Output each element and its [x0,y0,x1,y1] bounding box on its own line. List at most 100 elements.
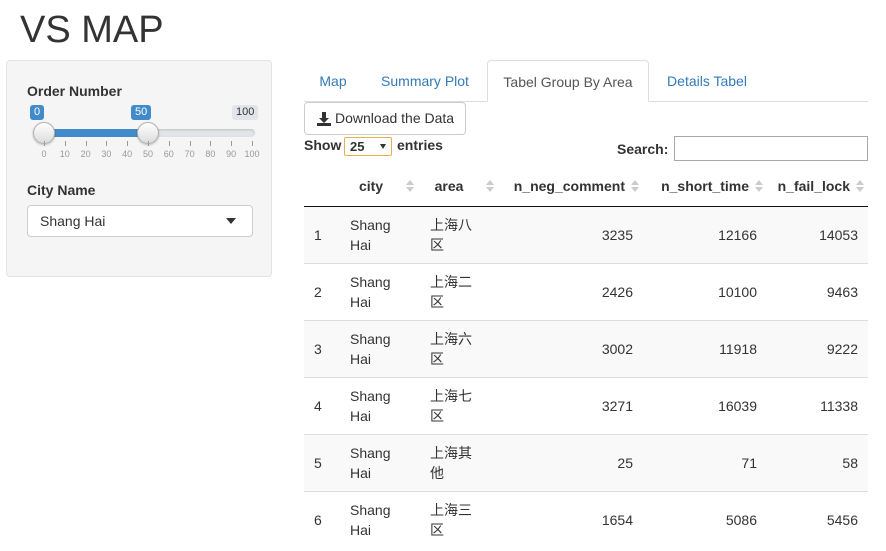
show-label: Show [304,137,342,153]
cell-n-neg-comment: 3271 [498,376,643,434]
cell-area: 上海六区 [418,319,498,377]
table-row[interactable]: 5 Shang Hai 上海其他 25 71 58 [304,433,868,491]
download-label: Download the Data [335,110,455,126]
cell-area: 上海八区 [418,206,498,263]
tab-tabel-group-by-area[interactable]: Tabel Group By Area [487,60,649,102]
slider-tick [148,141,149,146]
sort-icon [631,180,639,192]
page-title: VS MAP [20,9,164,51]
slider-tick [44,141,45,146]
cell-index: 1 [304,206,342,263]
search-label: Search: [617,141,669,157]
slider-tick-label: 40 [122,149,133,159]
cell-city: Shang Hai [342,319,418,377]
slider-tick [189,141,191,146]
cell-n-neg-comment: 3235 [498,206,643,263]
cell-area: 上海其他 [418,433,498,491]
cell-area: 上海三区 [418,490,498,548]
sort-icon [406,180,414,192]
slider-min-badge: 0 [30,105,45,120]
header-n-short-time-label: n_short_time [661,177,749,194]
cell-index: 3 [304,319,342,377]
entries-length-select[interactable]: 25 [344,137,392,156]
slider-max-badge: 100 [232,105,259,120]
cell-n-neg-comment: 3002 [498,319,643,377]
slider-tick-label: 30 [101,149,112,159]
slider-tick-label: 70 [184,149,195,159]
entries-value: 25 [350,139,365,154]
slider-tick [85,141,87,146]
slider-tick-label: 60 [163,149,174,159]
header-n-short-time[interactable]: n_short_time [643,166,767,207]
header-area-label: area [434,177,464,194]
cell-city: Shang Hai [342,206,418,263]
tab-map[interactable]: Map [304,60,362,102]
cell-index: 4 [304,376,342,434]
cell-n-short-time: 10100 [643,262,767,320]
slider-tick-label: 0 [41,149,47,159]
slider-tick-label: 100 [244,149,260,159]
table-header-row: city area n_neg_comment n_short_time n_f… [304,166,868,207]
slider-selected-range [44,129,148,137]
tab-bar: Map Summary Plot Tabel Group By Area Det… [304,60,868,102]
cell-n-fail-lock: 14053 [767,206,868,263]
cell-n-short-time: 16039 [643,376,767,434]
cell-n-neg-comment: 1654 [498,490,643,548]
cell-n-short-time: 11918 [643,319,767,377]
table-row[interactable]: 2 Shang Hai 上海二区 2426 10100 9463 [304,262,868,320]
header-area[interactable]: area [418,166,498,207]
cell-n-short-time: 71 [643,433,767,491]
slider-tick-label: 10 [59,149,70,159]
chevron-down-icon [226,218,236,224]
tab-summary-plot[interactable]: Summary Plot [366,60,484,102]
cell-city: Shang Hai [342,376,418,434]
sort-icon [856,180,864,192]
sort-icon [755,180,763,192]
entries-label: entries [397,137,443,153]
slider-tick [252,141,253,146]
city-selected-value: Shang Hai [40,213,106,229]
cell-n-fail-lock: 5456 [767,490,868,548]
slider-tick [127,141,129,146]
cell-city: Shang Hai [342,433,418,491]
header-city[interactable]: city [342,166,418,207]
header-n-fail-lock-label: n_fail_lock [777,177,850,194]
sidebar-panel: Order Number 0 50 100 0 10 20 30 40 50 60 70 80 9… [6,60,272,277]
cell-n-short-time: 12166 [643,206,767,263]
cell-n-short-time: 5086 [643,490,767,548]
tab-details-tabel[interactable]: Details Tabel [651,60,763,102]
cell-index: 2 [304,262,342,320]
cell-city: Shang Hai [342,262,418,320]
cell-n-neg-comment: 25 [498,433,643,491]
header-n-fail-lock[interactable]: n_fail_lock [767,166,868,207]
table-row[interactable]: 4 Shang Hai 上海七区 3271 16039 11338 [304,376,868,434]
table-row[interactable]: 1 Shang Hai 上海八区 3235 12166 14053 [304,206,868,263]
order-number-label: Order Number [27,83,122,99]
header-n-neg-comment[interactable]: n_neg_comment [498,166,643,207]
city-name-select[interactable]: Shang Hai [27,205,253,237]
slider-tick [210,141,212,146]
search-input[interactable] [674,136,868,161]
download-data-button[interactable]: Download the Data [304,102,466,135]
slider-tick-label: 90 [226,149,237,159]
cell-index: 5 [304,433,342,491]
slider-value-badge: 50 [131,105,152,120]
table-row[interactable]: 3 Shang Hai 上海六区 3002 11918 9222 [304,319,868,377]
cell-n-fail-lock: 11338 [767,376,868,434]
cell-n-fail-lock: 9222 [767,319,868,377]
header-n-neg-comment-label: n_neg_comment [513,177,625,194]
slider-tick [231,141,233,146]
header-index [304,166,342,207]
header-city-label: city [358,177,384,194]
slider-tick [64,141,66,146]
chevron-down-icon [380,144,386,149]
city-name-label: City Name [27,182,96,198]
data-table: city area n_neg_comment n_short_time n_f… [304,166,868,548]
cell-area: 上海二区 [418,262,498,320]
table-row[interactable]: 6 Shang Hai 上海三区 1654 5086 5456 [304,490,868,548]
cell-n-fail-lock: 58 [767,433,868,491]
slider-tick [168,141,170,146]
cell-n-fail-lock: 9463 [767,262,868,320]
sort-icon [486,180,494,192]
slider-tick-label: 20 [80,149,91,159]
